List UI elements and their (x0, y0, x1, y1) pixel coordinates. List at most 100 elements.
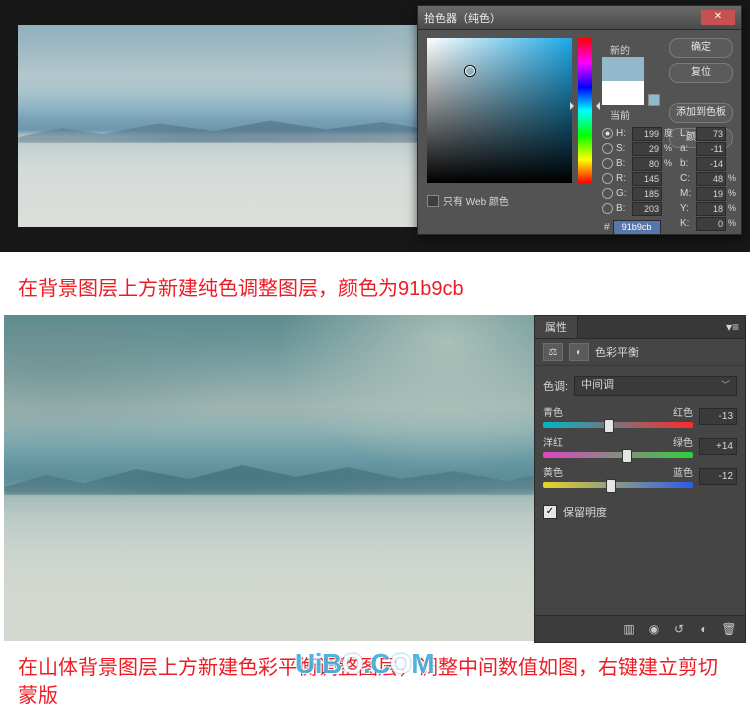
b-radio[interactable] (602, 158, 613, 169)
mask-icon: ◐ (569, 343, 589, 361)
slider-value-input[interactable]: -12 (699, 468, 737, 485)
slider-thumb-icon[interactable] (606, 479, 616, 493)
clouds-light (243, 315, 535, 494)
y-input[interactable]: 18 (696, 202, 726, 216)
hue-cursor-icon[interactable] (574, 102, 596, 114)
color-balance-sliders: 青色 红色 -13 洋红 绿色 +14 黄色 蓝色 -12 (535, 400, 745, 490)
preview-image-2 (4, 315, 534, 641)
dialog-title: 拾色器（纯色） (424, 10, 501, 26)
new-color-swatch (602, 57, 644, 81)
adjustment-header: ⚖ ◐ 色彩平衡 (535, 339, 745, 366)
preserve-row: ✓ 保留明度 (535, 490, 745, 534)
a-input[interactable]: -11 (696, 142, 726, 156)
m-label: M: (680, 186, 694, 201)
color-picker-dialog: 拾色器（纯色） ✕ 新的 当前 确定 复位 添加到色板 颜色库 (417, 5, 742, 235)
new-color-label: 新的 (610, 42, 630, 57)
tone-row: 色调: 中间调 ﹀ (535, 366, 745, 400)
b-input[interactable]: 80 (632, 157, 662, 171)
clouds-dark (4, 325, 269, 455)
slider-right-label: 红色 (673, 404, 693, 419)
chevron-down-icon: ﹀ (721, 377, 730, 395)
add-swatch-button[interactable]: 添加到色板 (669, 103, 733, 123)
tone-label: 色调: (543, 378, 568, 394)
instruction-2: 在山体背景图层上方新建色彩平衡调整图层，调整中间数值如图，右键建立剪切蒙版 (18, 654, 732, 710)
view-previous-icon[interactable]: ◉ (643, 620, 665, 638)
hex-input[interactable]: 91b9cb (613, 220, 661, 235)
m-input[interactable]: 19 (696, 187, 726, 201)
slider-thumb-icon[interactable] (622, 449, 632, 463)
g-radio[interactable] (602, 188, 613, 199)
reset-icon[interactable]: ↺ (668, 620, 690, 638)
slider-left-label: 洋红 (543, 434, 563, 449)
slider-track[interactable] (543, 422, 693, 428)
slider-track[interactable] (543, 452, 693, 458)
tone-value: 中间调 (581, 377, 614, 395)
panel-footer: ▥ ◉ ↺ ◐ 🗑 (535, 615, 745, 642)
slider-2: 黄色 蓝色 -12 (535, 460, 745, 490)
c-input[interactable]: 48 (696, 172, 726, 186)
r-input[interactable]: 145 (632, 172, 662, 186)
clip-icon[interactable]: ▥ (618, 620, 640, 638)
slider-right-label: 蓝色 (673, 464, 693, 479)
adjustment-title: 色彩平衡 (595, 344, 639, 360)
web-only-checkbox[interactable] (427, 195, 439, 207)
dialog-titlebar[interactable]: 拾色器（纯色） ✕ (418, 6, 741, 30)
web-only-label: 只有 Web 颜色 (443, 193, 509, 208)
s-label: S: (616, 141, 630, 156)
sv-cursor-icon[interactable] (465, 66, 475, 76)
saturation-value-field[interactable] (427, 38, 572, 183)
visibility-icon[interactable]: ◐ (693, 620, 715, 638)
slider-track[interactable] (543, 482, 693, 488)
h-input[interactable]: 199 (632, 127, 662, 141)
balance-icon: ⚖ (543, 343, 563, 361)
k-input[interactable]: 0 (696, 217, 726, 231)
current-color-swatch (602, 81, 644, 105)
cancel-button[interactable]: 复位 (669, 63, 733, 83)
web-only-row: 只有 Web 颜色 (427, 193, 509, 208)
r-radio[interactable] (602, 173, 613, 184)
instruction-1: 在背景图层上方新建纯色调整图层，颜色为91b9cb (18, 272, 464, 301)
tone-select[interactable]: 中间调 ﹀ (574, 376, 737, 396)
lab-b-input[interactable]: -14 (696, 157, 726, 171)
panel-menu-icon[interactable]: ▾≡ (720, 320, 745, 334)
s-radio[interactable] (602, 143, 613, 154)
l-label: L: (680, 126, 694, 141)
slider-left-label: 黄色 (543, 464, 563, 479)
b-label: B: (616, 156, 630, 171)
c-label: C: (680, 171, 694, 186)
hex-prefix: # (604, 222, 610, 233)
slider-right-label: 绿色 (673, 434, 693, 449)
close-icon[interactable]: ✕ (701, 10, 735, 25)
slider-left-label: 青色 (543, 404, 563, 419)
l-input[interactable]: 73 (696, 127, 726, 141)
hue-slider[interactable] (578, 38, 592, 183)
b2-label: B: (616, 201, 630, 216)
lab-cmyk-fields: L:73 a:-11 b:-14 C:48% M:19% Y:18% K:0% (680, 126, 738, 231)
h-radio[interactable] (602, 128, 613, 139)
slider-0: 青色 红色 -13 (535, 400, 745, 430)
h-label: H: (616, 126, 630, 141)
slider-value-input[interactable]: +14 (699, 438, 737, 455)
gamut-warning-swatch[interactable] (648, 94, 660, 106)
preserve-luminosity-checkbox[interactable]: ✓ (543, 505, 557, 519)
picker-body: 新的 当前 确定 复位 添加到色板 颜色库 H:199度 S:29% B:80%… (418, 30, 741, 236)
properties-tab[interactable]: 属性 (535, 316, 578, 338)
b2-input[interactable]: 203 (632, 202, 662, 216)
slider-thumb-icon[interactable] (604, 419, 614, 433)
slider-value-input[interactable]: -13 (699, 408, 737, 425)
preserve-luminosity-label: 保留明度 (563, 504, 607, 520)
g-input[interactable]: 185 (632, 187, 662, 201)
section-color-picker: 拾色器（纯色） ✕ 新的 当前 确定 复位 添加到色板 颜色库 (0, 0, 750, 252)
y-label: Y: (680, 201, 694, 216)
trash-icon[interactable]: 🗑 (718, 620, 740, 638)
s-input[interactable]: 29 (632, 142, 662, 156)
k-label: K: (680, 216, 694, 231)
properties-panel: 属性 ▾≡ ⚖ ◐ 色彩平衡 色调: 中间调 ﹀ 青色 红色 -13 洋红 绿色 +14 黄… (534, 315, 746, 643)
lab-b-label: b: (680, 156, 694, 171)
ok-button[interactable]: 确定 (669, 38, 733, 58)
hex-row: # 91b9cb (604, 220, 661, 235)
hsb-rgb-fields: H:199度 S:29% B:80% R:145 G:185 B:203 (602, 126, 676, 216)
panel-tabbar: 属性 ▾≡ (535, 316, 745, 339)
b2-radio[interactable] (602, 203, 613, 214)
r-label: R: (616, 171, 630, 186)
